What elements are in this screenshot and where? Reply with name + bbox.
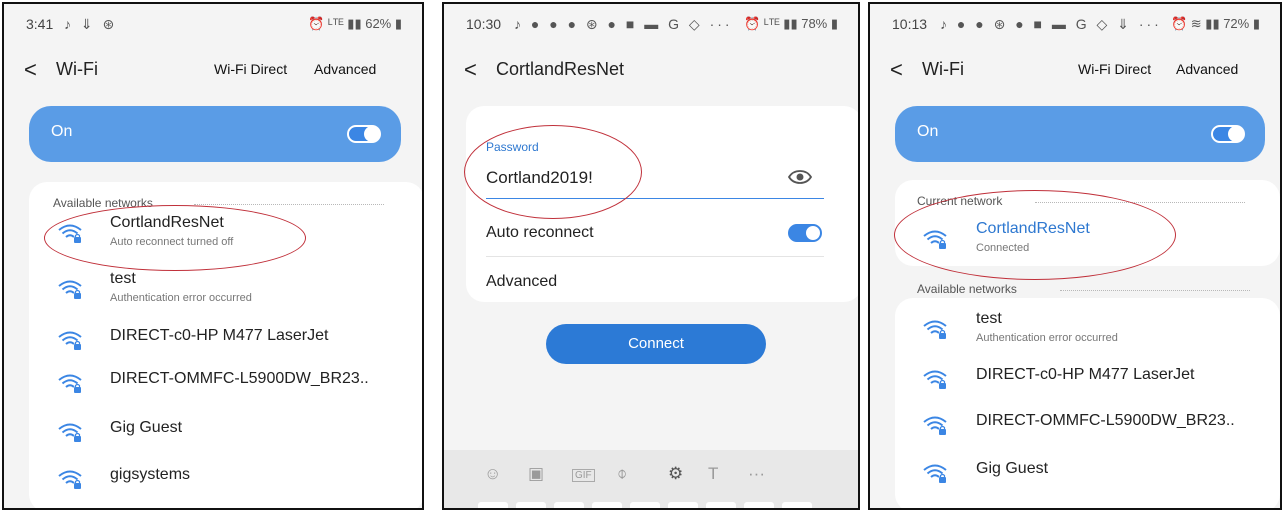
wifi-lock-icon — [57, 222, 83, 244]
advanced-row[interactable]: Advanced — [486, 273, 557, 291]
back-arrow-icon[interactable]: < — [890, 56, 903, 84]
current-network-label: Current network — [917, 194, 1003, 208]
status-time: 10:13 — [892, 16, 928, 32]
network-name: DIRECT-OMMFC-L5900DW_BR23.. — [976, 412, 1235, 429]
header: < Wi-Fi Wi-Fi Direct Advanced — [4, 56, 422, 86]
status-bar: 10:13 ♪ ● ● ⊛ ● ■ ▬ G ◇ ⇓ ··· ⏰ ≋ ▮▮ 72%… — [870, 16, 1280, 36]
network-name: gigsystems — [110, 466, 191, 483]
wifi-list-panel: 3:41 ♪ ⇓ ⊛ ⏰ ᴸᵀᴱ ▮▮ 62% ▮ < Wi-Fi Wi-Fi … — [2, 2, 424, 510]
network-item[interactable]: DIRECT-c0-HP M477 LaserJet — [4, 323, 422, 371]
status-right: ⏰ ᴸᵀᴱ ▮▮ 62% ▮ — [308, 16, 402, 31]
network-item[interactable]: Gig Guest — [870, 456, 1280, 504]
header: < Wi-Fi Wi-Fi Direct Advanced — [870, 56, 1280, 86]
network-item[interactable]: DIRECT-OMMFC-L5900DW_BR23.. — [870, 408, 1280, 456]
network-settings-card: Password Cortland2019! Auto reconnect Ad… — [466, 106, 858, 302]
status-icons: ♪ ● ● ● ⊛ ● ■ ▬ G ◇ ··· — [514, 16, 733, 32]
password-panel: 10:30 ♪ ● ● ● ⊛ ● ■ ▬ G ◇ ··· ⏰ ᴸᵀᴱ ▮▮ 7… — [442, 2, 860, 510]
wifi-lock-icon — [922, 414, 948, 436]
auto-reconnect-label: Auto reconnect — [486, 224, 594, 241]
network-name: DIRECT-c0-HP M477 LaserJet — [110, 327, 329, 344]
wifi-lock-icon — [922, 462, 948, 484]
keyboard-key[interactable] — [630, 502, 660, 508]
page-title: CortlandResNet — [496, 59, 625, 79]
password-input[interactable]: Cortland2019! — [486, 168, 593, 188]
network-name: CortlandResNet — [110, 214, 224, 231]
page-title: Wi-Fi — [56, 59, 98, 79]
status-time: 10:30 — [466, 16, 502, 32]
available-networks-label: Available networks — [53, 196, 153, 210]
header: < CortlandResNet — [444, 56, 858, 86]
sticker-icon[interactable]: ▣ — [528, 464, 544, 484]
wifi-on-bar[interactable]: On — [29, 106, 401, 162]
network-name: Gig Guest — [110, 419, 183, 436]
keyboard-key[interactable] — [478, 502, 508, 508]
keyboard-key[interactable] — [554, 502, 584, 508]
network-name: CortlandResNet — [976, 220, 1090, 237]
mic-icon[interactable]: ⌽ — [617, 464, 627, 484]
keyboard-key[interactable] — [706, 502, 736, 508]
network-item[interactable]: Gig Guest — [4, 415, 422, 463]
emoji-icon[interactable]: ☺ — [484, 464, 501, 484]
keyboard-key[interactable] — [668, 502, 698, 508]
network-status: Authentication error occurred — [976, 332, 1118, 344]
gif-icon[interactable]: GIF — [572, 469, 595, 482]
keyboard-key[interactable] — [592, 502, 622, 508]
on-label: On — [51, 123, 73, 140]
available-networks-label: Available networks — [917, 282, 1017, 296]
keyboard-key[interactable] — [516, 502, 546, 508]
wifi-direct-button[interactable]: Wi-Fi Direct — [214, 61, 287, 77]
network-item[interactable]: DIRECT-c0-HP M477 LaserJet — [870, 362, 1280, 410]
network-name: test — [976, 310, 1002, 327]
on-label: On — [917, 123, 939, 140]
gear-icon[interactable]: ⚙ — [668, 464, 683, 484]
advanced-button[interactable]: Advanced — [1176, 61, 1238, 77]
page-title: Wi-Fi — [922, 59, 964, 79]
wifi-lock-icon — [57, 329, 83, 351]
auto-reconnect-toggle[interactable] — [788, 224, 822, 242]
status-bar: 3:41 ♪ ⇓ ⊛ ⏰ ᴸᵀᴱ ▮▮ 62% ▮ — [4, 16, 422, 36]
back-arrow-icon[interactable]: < — [24, 56, 37, 84]
status-time: 3:41 — [26, 16, 54, 32]
network-item[interactable]: DIRECT-OMMFC-L5900DW_BR23.. — [4, 366, 422, 414]
keyboard-toolbar: ☺ ▣ GIF ⌽ ⚙ T ··· — [444, 450, 858, 508]
back-arrow-icon[interactable]: < — [464, 56, 477, 84]
keyboard-key[interactable] — [744, 502, 774, 508]
network-status: Authentication error occurred — [110, 292, 252, 304]
wifi-connected-panel: 10:13 ♪ ● ● ⊛ ● ■ ▬ G ◇ ⇓ ··· ⏰ ≋ ▮▮ 72%… — [868, 2, 1282, 510]
more-icon[interactable]: ··· — [748, 464, 765, 484]
advanced-button[interactable]: Advanced — [314, 61, 376, 77]
wifi-lock-icon — [57, 468, 83, 490]
network-name: Gig Guest — [976, 460, 1049, 477]
network-status: Connected — [976, 242, 1030, 254]
wifi-toggle[interactable] — [1211, 125, 1245, 143]
status-icons: ♪ ● ● ⊛ ● ■ ▬ G ◇ ⇓ ··· — [940, 16, 1162, 32]
wifi-lock-icon — [57, 278, 83, 300]
wifi-on-bar[interactable]: On — [895, 106, 1265, 162]
text-style-icon[interactable]: T — [708, 464, 718, 484]
network-name: DIRECT-c0-HP M477 LaserJet — [976, 366, 1195, 383]
wifi-lock-icon — [57, 421, 83, 443]
wifi-lock-icon — [922, 318, 948, 340]
network-item[interactable]: test Authentication error occurred — [4, 266, 422, 314]
network-name: test — [110, 270, 136, 287]
wifi-lock-icon — [922, 368, 948, 390]
wifi-lock-icon — [922, 228, 948, 250]
status-right: ⏰ ≋ ▮▮ 72% ▮ — [1170, 16, 1260, 31]
current-network-item[interactable]: CortlandResNet Connected — [870, 216, 1280, 264]
network-item[interactable]: gigsystems — [4, 462, 422, 508]
network-name: DIRECT-OMMFC-L5900DW_BR23.. — [110, 370, 369, 387]
keyboard-key[interactable] — [782, 502, 812, 508]
connect-button[interactable]: Connect — [546, 324, 766, 364]
network-item[interactable]: CortlandResNet Auto reconnect turned off — [4, 210, 422, 258]
status-right: ⏰ ᴸᵀᴱ ▮▮ 78% ▮ — [744, 16, 838, 31]
wifi-direct-button[interactable]: Wi-Fi Direct — [1078, 61, 1151, 77]
wifi-lock-icon — [57, 372, 83, 394]
status-bar: 10:30 ♪ ● ● ● ⊛ ● ■ ▬ G ◇ ··· ⏰ ᴸᵀᴱ ▮▮ 7… — [444, 16, 858, 36]
network-status: Auto reconnect turned off — [110, 236, 234, 248]
status-icons: ♪ ⇓ ⊛ — [64, 16, 118, 32]
network-item[interactable]: test Authentication error occurred — [870, 306, 1280, 354]
eye-icon[interactable] — [787, 168, 813, 186]
password-label: Password — [486, 140, 539, 154]
wifi-toggle[interactable] — [347, 125, 381, 143]
